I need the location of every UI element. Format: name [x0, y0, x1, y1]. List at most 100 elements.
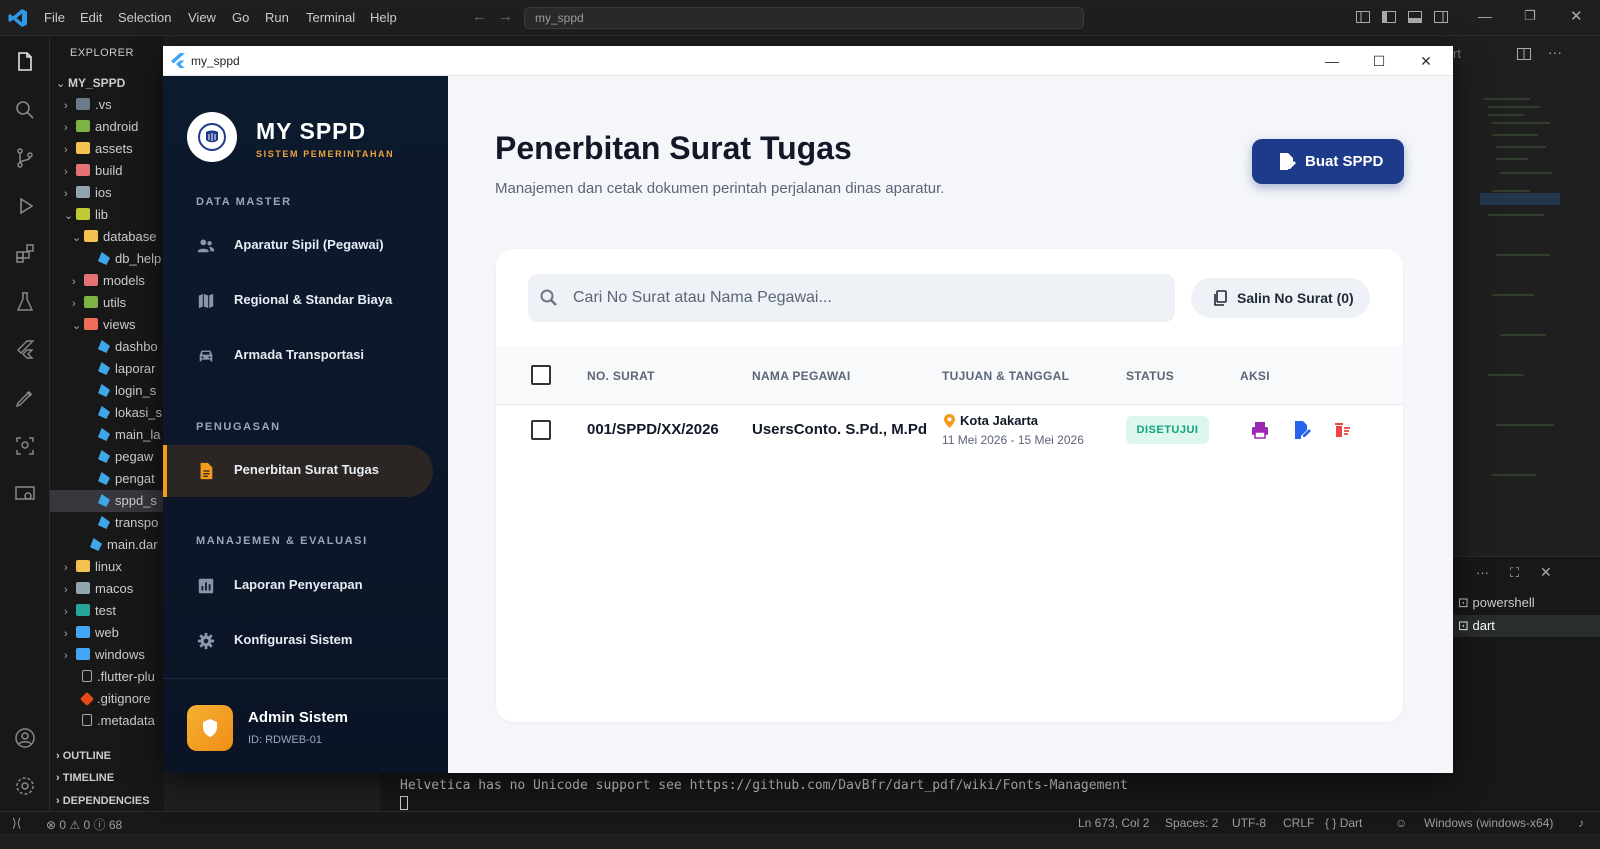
menu-terminal[interactable]: Terminal — [306, 10, 355, 25]
remote-explorer-icon[interactable] — [13, 482, 37, 506]
delete-icon[interactable] — [1332, 420, 1352, 440]
tree-item-assets[interactable]: › assets — [64, 138, 133, 160]
tree-item-ios[interactable]: › ios — [64, 182, 112, 204]
tree-item-login[interactable]: login_s — [98, 380, 156, 402]
menu-edit[interactable]: Edit — [80, 10, 102, 25]
edit-icon[interactable] — [1292, 420, 1312, 440]
terminal-dart[interactable]: ⊡ dart — [1452, 615, 1600, 637]
nav-armada[interactable]: Armada Transportasi — [163, 330, 433, 382]
minimize-icon[interactable]: — — [1478, 8, 1492, 24]
col-nama-pegawai[interactable]: NAMA PEGAWAI — [752, 369, 851, 383]
tree-item-gitignore[interactable]: .gitignore — [79, 688, 150, 710]
col-status[interactable]: STATUS — [1126, 369, 1174, 383]
notifications-bell-icon[interactable]: ♪ — [1578, 816, 1584, 830]
layout-icon[interactable] — [1355, 9, 1371, 25]
settings-gear-icon[interactable] — [13, 774, 37, 798]
platform[interactable]: Windows (windows-x64) — [1424, 816, 1553, 830]
app-minimize-icon[interactable]: — — [1309, 50, 1355, 72]
terminal-powershell[interactable]: ⊡ powershell — [1458, 595, 1535, 611]
tree-item-flutter-plugins[interactable]: .flutter-plu — [82, 666, 155, 688]
tree-item-views[interactable]: ⌄ views — [72, 314, 136, 336]
extensions-icon[interactable] — [13, 242, 37, 266]
copilot-icon[interactable]: ☺ — [1395, 816, 1407, 830]
command-center[interactable]: my_sppd — [524, 7, 1084, 29]
copy-letter-number-button[interactable]: Salin No Surat (0) — [1191, 278, 1370, 318]
indentation[interactable]: Spaces: 2 — [1165, 816, 1218, 830]
tree-item-transport[interactable]: transpo — [98, 512, 158, 534]
language-mode[interactable]: { } Dart — [1325, 816, 1362, 830]
tree-item-web[interactable]: › web — [64, 622, 119, 644]
user-profile[interactable]: Admin Sistem ID: RDWEB-01 — [163, 678, 448, 773]
table-row[interactable]: 001/SPPD/XX/2026 UsersConto. S.Pd., M.Pd… — [496, 405, 1403, 455]
col-tujuan-tanggal[interactable]: TUJUAN & TANGGAL — [942, 369, 1069, 383]
split-editor-icon[interactable] — [1516, 46, 1532, 62]
toggle-secondary-sidebar-icon[interactable] — [1433, 9, 1449, 25]
app-close-icon[interactable]: ✕ — [1403, 50, 1449, 72]
close-icon[interactable]: ✕ — [1570, 7, 1583, 25]
tree-item-models[interactable]: › models — [72, 270, 145, 292]
app-maximize-icon[interactable]: ☐ — [1356, 50, 1402, 72]
menu-help[interactable]: Help — [370, 10, 397, 25]
account-icon[interactable] — [13, 726, 37, 750]
tree-item-metadata[interactable]: .metadata — [82, 710, 155, 732]
nav-regional[interactable]: Regional & Standar Biaya — [163, 275, 433, 327]
tree-item-main-dart[interactable]: main.dar — [90, 534, 158, 556]
tree-item-database[interactable]: ⌄ database — [72, 226, 157, 248]
print-icon[interactable] — [1250, 420, 1270, 440]
pen-icon[interactable] — [13, 386, 37, 410]
encoding[interactable]: UTF-8 — [1232, 816, 1266, 830]
restore-icon[interactable]: ❐ — [1524, 8, 1536, 24]
col-no-surat[interactable]: NO. SURAT — [587, 369, 655, 383]
toggle-panel-icon[interactable] — [1407, 9, 1423, 25]
tree-item-db-helper[interactable]: db_help — [98, 248, 161, 270]
tree-item-lokasi[interactable]: lokasi_s — [98, 402, 162, 424]
nav-konfigurasi[interactable]: Konfigurasi Sistem — [163, 615, 433, 667]
tree-item-sppd-selected[interactable]: sppd_s — [50, 490, 164, 512]
cursor-position[interactable]: Ln 673, Col 2 — [1078, 816, 1149, 830]
nav-laporan[interactable]: Laporan Penyerapan — [163, 560, 433, 612]
menu-view[interactable]: View — [188, 10, 216, 25]
tree-item-windows[interactable]: › windows — [64, 644, 145, 666]
tree-item-macos[interactable]: › macos — [64, 578, 133, 600]
testing-icon[interactable] — [13, 290, 37, 314]
tree-item-main-layout[interactable]: main_la — [98, 424, 161, 446]
tree-item-laporan[interactable]: laporar — [98, 358, 155, 380]
select-all-checkbox[interactable] — [531, 365, 551, 385]
tree-item-android[interactable]: › android — [64, 116, 138, 138]
remote-indicator-icon[interactable]: ⟩⟨ — [12, 816, 21, 830]
search-icon[interactable] — [13, 98, 37, 122]
search-input[interactable]: Cari No Surat atau Nama Pegawai... — [528, 274, 1175, 322]
more-icon[interactable]: ··· — [1476, 565, 1489, 580]
flutter-icon[interactable] — [13, 338, 37, 362]
tree-item-vs[interactable]: › .vs — [64, 94, 112, 116]
explorer-icon[interactable] — [13, 50, 37, 74]
tree-item-test[interactable]: › test — [64, 600, 116, 622]
inspect-icon[interactable] — [13, 434, 37, 458]
close-panel-icon[interactable]: ✕ — [1540, 564, 1552, 581]
row-checkbox[interactable] — [531, 420, 551, 440]
section-dependencies[interactable]: › DEPENDENCIES — [56, 795, 150, 807]
section-outline[interactable]: › OUTLINE — [56, 750, 111, 762]
tree-item-linux[interactable]: › linux — [64, 556, 122, 578]
create-sppd-button[interactable]: Buat SPPD — [1252, 139, 1404, 184]
run-debug-icon[interactable] — [13, 194, 37, 218]
tree-item-pengaturan[interactable]: pengat — [98, 468, 155, 490]
eol[interactable]: CRLF — [1283, 816, 1314, 830]
minimap[interactable] — [1480, 95, 1560, 525]
forward-arrow-icon[interactable]: → — [498, 8, 513, 25]
tree-item-dashboard[interactable]: dashbo — [98, 336, 158, 358]
nav-penerbitan-active[interactable]: Penerbitan Surat Tugas — [163, 445, 433, 497]
menu-run[interactable]: Run — [265, 10, 289, 25]
tree-item-pegawai[interactable]: pegaw — [98, 446, 153, 468]
section-timeline[interactable]: › TIMELINE — [56, 772, 114, 784]
toggle-sidebar-icon[interactable] — [1381, 9, 1397, 25]
menu-selection[interactable]: Selection — [118, 10, 171, 25]
back-arrow-icon[interactable]: ← — [472, 8, 487, 25]
menu-file[interactable]: File — [44, 10, 65, 25]
tree-item-utils[interactable]: › utils — [72, 292, 126, 314]
problems-indicator[interactable]: ⊗ 0 ⚠ 0 ⓘ 68 — [46, 816, 122, 833]
tree-root[interactable]: ⌄ MY_SPPD — [56, 72, 125, 94]
tree-item-lib[interactable]: ⌄ lib — [64, 204, 108, 226]
menu-go[interactable]: Go — [232, 10, 249, 25]
maximize-panel-icon[interactable]: ⛶ — [1510, 565, 1519, 581]
